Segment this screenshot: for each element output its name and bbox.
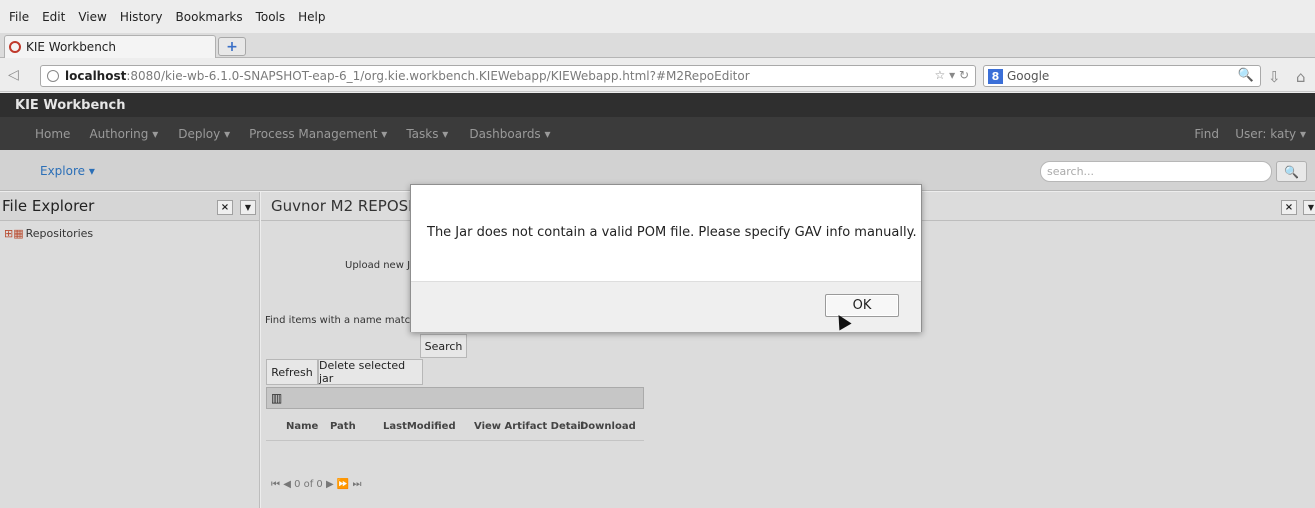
column-name[interactable]: Name xyxy=(286,421,318,432)
menu-tools[interactable]: Tools xyxy=(256,10,286,24)
next-page-icon[interactable]: ▶ xyxy=(326,479,334,490)
find-items-label: Find items with a name matchin xyxy=(265,315,426,326)
delete-selected-jar-button[interactable]: Delete selected jar xyxy=(318,359,423,385)
column-last-modified[interactable]: LastModified xyxy=(383,421,456,432)
navigation-toolbar: ◁ localhost :8080/kie-wb-6.1.0-SNAPSHOT-… xyxy=(0,59,1315,92)
new-tab-button[interactable]: + xyxy=(218,37,246,56)
column-view-artifact-detail[interactable]: View Artifact Detail xyxy=(474,421,584,432)
nav-process-management[interactable]: Process Management ▾ xyxy=(249,127,387,141)
home-icon[interactable]: ⌂ xyxy=(1296,68,1306,86)
close-icon[interactable]: × xyxy=(217,200,233,215)
last-page-icon[interactable]: ⏭ xyxy=(353,479,362,490)
nav-home[interactable]: Home xyxy=(35,127,70,141)
column-download[interactable]: Download xyxy=(580,421,636,432)
chevron-down-icon[interactable]: ▼ xyxy=(1303,200,1315,215)
nav-dashboards[interactable]: Dashboards ▾ xyxy=(469,127,550,141)
prev-page-icon[interactable]: ◀ xyxy=(283,479,291,490)
screen: File Edit View History Bookmarks Tools H… xyxy=(0,0,1315,508)
dialog-message: The Jar does not contain a valid POM fil… xyxy=(427,225,917,240)
fast-forward-icon[interactable]: ⏩ xyxy=(337,479,349,490)
search-engine-bar[interactable]: 8 Google 🔍 xyxy=(983,65,1261,87)
menu-bookmarks[interactable]: Bookmarks xyxy=(176,10,243,24)
magnifier-icon[interactable]: 🔍 xyxy=(1238,68,1254,83)
jboss-favicon-icon xyxy=(9,41,21,53)
tab-strip: KIE Workbench + xyxy=(0,33,1315,58)
nav-authoring[interactable]: Authoring ▾ xyxy=(89,127,158,141)
app-title: KIE Workbench xyxy=(0,93,1315,117)
back-arrow-icon[interactable]: ◁ xyxy=(8,67,34,85)
columns-icon[interactable]: ▥ xyxy=(271,391,282,405)
nav-tasks[interactable]: Tasks ▾ xyxy=(406,127,448,141)
nav-find[interactable]: Find xyxy=(1194,127,1219,141)
menubar: File Edit View History Bookmarks Tools H… xyxy=(0,0,1315,33)
search-button[interactable]: 🔍 xyxy=(1276,161,1307,182)
pager: ⏮ ◀ 0 of 0 ▶ ⏩ ⏭ xyxy=(271,479,362,490)
menu-edit[interactable]: Edit xyxy=(42,10,65,24)
file-explorer-panel: File Explorer × ▼ ⊞▦ Repositories xyxy=(0,192,260,508)
search-engine-label: Google xyxy=(1007,69,1050,83)
upload-label: Upload new J xyxy=(345,260,411,271)
user-menu[interactable]: User: katy ▾ xyxy=(1235,127,1306,141)
repositories-label: Repositories xyxy=(25,227,94,240)
bookmark-star-icon[interactable]: ☆ ▾ ↻ xyxy=(935,68,969,82)
first-page-icon[interactable]: ⏮ xyxy=(271,479,280,490)
menu-view[interactable]: View xyxy=(78,10,106,24)
url-path: :8080/kie-wb-6.1.0-SNAPSHOT-eap-6_1/org.… xyxy=(126,69,750,83)
ok-button[interactable]: OK xyxy=(825,294,899,317)
column-picker-bar: ▥ xyxy=(266,387,644,409)
site-identity-icon[interactable] xyxy=(47,70,59,82)
download-icon[interactable]: ⇩ xyxy=(1268,68,1281,86)
nav-deploy[interactable]: Deploy ▾ xyxy=(178,127,230,141)
url-bar[interactable]: localhost :8080/kie-wb-6.1.0-SNAPSHOT-ea… xyxy=(40,65,976,87)
url-host: localhost xyxy=(65,69,127,83)
chevron-down-icon[interactable]: ▼ xyxy=(240,200,256,215)
column-path[interactable]: Path xyxy=(330,421,356,432)
tab-title: KIE Workbench xyxy=(26,40,116,54)
search-input[interactable]: search... xyxy=(1040,161,1272,182)
page-count: 0 of 0 xyxy=(294,479,323,490)
repositories-tree-item[interactable]: ⊞▦ Repositories xyxy=(4,227,93,240)
alert-dialog: The Jar does not contain a valid POM fil… xyxy=(410,184,922,332)
search-button[interactable]: Search xyxy=(420,334,467,358)
refresh-button[interactable]: Refresh xyxy=(266,359,318,385)
search-engine-icon[interactable]: 8 xyxy=(988,68,1003,84)
explore-menu[interactable]: Explore ▾ xyxy=(40,164,95,178)
menu-history[interactable]: History xyxy=(120,10,163,24)
menu-help[interactable]: Help xyxy=(298,10,325,24)
table-header: Name Path LastModified View Artifact Det… xyxy=(266,421,644,441)
menu-file[interactable]: File xyxy=(9,10,29,24)
main-nav: Home Authoring ▾ Deploy ▾ Process Manage… xyxy=(0,117,1315,150)
browser-tab[interactable]: KIE Workbench xyxy=(4,35,216,58)
close-icon[interactable]: × xyxy=(1281,200,1297,215)
expand-icon[interactable]: ⊞▦ xyxy=(4,227,24,240)
